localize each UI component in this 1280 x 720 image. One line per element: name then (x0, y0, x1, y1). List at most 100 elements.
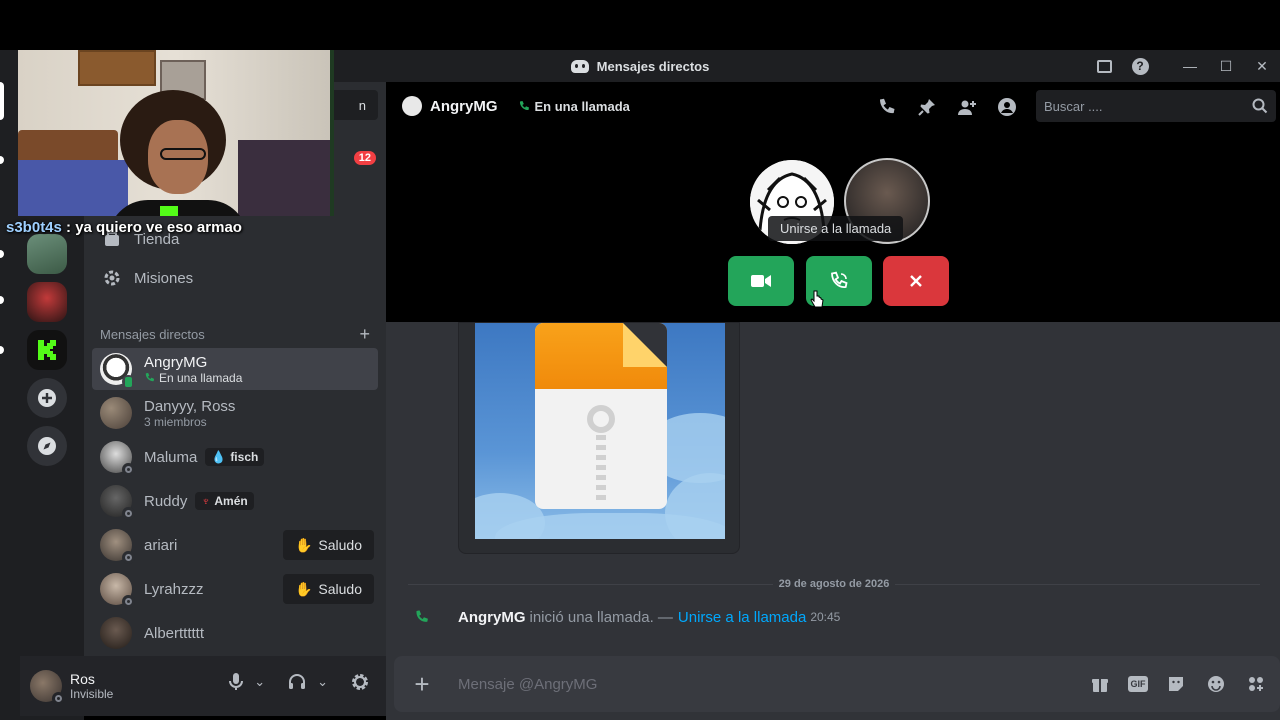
recipient-avatar (402, 96, 422, 116)
message-action: inició una llamada. — (529, 608, 673, 626)
dm-item-angrymg[interactable]: AngryMG En una llamada (92, 348, 378, 390)
chevron-down-icon[interactable]: ⌄ (317, 674, 328, 690)
wave-button[interactable]: ✋ Saludo (282, 530, 374, 560)
apps-icon (1249, 677, 1263, 691)
wave-label: Saludo (318, 581, 362, 597)
emoji-button[interactable] (1204, 672, 1228, 696)
nav-item-quests[interactable]: Misiones (92, 257, 378, 299)
avatar (100, 529, 135, 564)
status-indicator (122, 463, 135, 476)
window-controls: ? — ☐ ✕ (1086, 50, 1280, 82)
plus-circle-icon (38, 389, 56, 407)
search-icon (1252, 98, 1268, 114)
chat-header: AngryMG En una llamada Buscar .... (386, 82, 1280, 130)
kick-logo-icon (160, 206, 178, 216)
gear-icon[interactable] (350, 672, 370, 692)
close-window-button[interactable]: ✕ (1244, 50, 1280, 82)
dm-item-ruddy[interactable]: Ruddy ♆ Amén (92, 480, 378, 522)
decline-call-button[interactable] (883, 256, 949, 306)
user-name: Ros (70, 671, 95, 687)
gift-button[interactable] (1088, 672, 1112, 696)
dm-section-title: Mensajes directos (100, 327, 205, 342)
mouse-cursor-icon (810, 290, 824, 308)
pinned-messages-button[interactable] (916, 96, 938, 118)
avatar (100, 573, 135, 608)
message-input[interactable]: Mensaje @AngryMG (458, 676, 597, 693)
create-dm-button[interactable]: + (359, 324, 370, 345)
upload-button[interactable]: + (394, 669, 450, 700)
wave-button[interactable]: ✋ Saludo (282, 574, 374, 604)
phone-icon (145, 372, 155, 382)
start-call-button[interactable] (876, 96, 898, 118)
join-with-video-button[interactable] (728, 256, 794, 306)
user-status: Invisible (70, 687, 114, 701)
quests-icon (104, 270, 120, 286)
server-icon[interactable] (27, 234, 67, 274)
top-letterbox (0, 0, 1280, 50)
add-server-button[interactable] (27, 378, 67, 418)
unread-pill (0, 296, 4, 304)
message-author[interactable]: AngryMG (458, 609, 526, 626)
call-panel: Unirse a la llamada (386, 130, 1280, 322)
avatar (100, 617, 132, 649)
dm-name: AngryMG (144, 353, 208, 371)
dm-name: Lyrahzzz (144, 580, 204, 598)
gif-button[interactable]: GIF (1128, 676, 1148, 692)
phone-icon (416, 610, 428, 622)
search-placeholder: Buscar .... (1044, 98, 1103, 114)
headphones-icon[interactable] (287, 672, 307, 692)
dm-item-group[interactable]: Danyyy, Ross 3 miembros (92, 392, 378, 434)
inbox-icon (1096, 59, 1112, 73)
dm-sub: 3 miembros (144, 414, 207, 429)
chevron-down-icon[interactable]: ⌄ (254, 674, 265, 690)
add-friends-to-dm-button[interactable] (956, 96, 978, 118)
sticker-button[interactable] (1164, 672, 1188, 696)
status-indicator (52, 692, 65, 705)
inbox-button[interactable] (1086, 50, 1122, 82)
server-icon[interactable] (27, 282, 67, 322)
phone-call-icon (831, 271, 848, 288)
message-composer: + Mensaje @AngryMG GIF (394, 656, 1280, 712)
join-call-link[interactable]: Unirse a la llamada (678, 609, 806, 626)
user-avatar[interactable] (30, 670, 65, 705)
wave-icon: ✋ (294, 580, 313, 597)
help-icon: ? (1131, 57, 1149, 75)
dm-item-lyrahzzz[interactable]: Lyrahzzz ✋ Saludo (92, 568, 378, 610)
clan-tag-text: Amén (214, 494, 248, 508)
kick-logo-icon (38, 340, 56, 360)
active-pill (0, 82, 4, 120)
video-camera-icon (751, 275, 771, 287)
search-input[interactable]: Buscar .... (1036, 90, 1276, 122)
help-button[interactable]: ? (1122, 50, 1158, 82)
sticker-icon (1169, 677, 1183, 691)
stream-chat-user: s3b0t4s (6, 219, 62, 236)
streamer (108, 90, 248, 216)
compass-icon (38, 437, 56, 455)
dm-name: ariari (144, 536, 178, 554)
date-divider-text: 29 de agosto de 2026 (778, 578, 890, 590)
phone-icon (519, 101, 529, 111)
dm-sub: En una llamada (144, 371, 242, 385)
avatar (100, 441, 135, 476)
dm-item-albertttttt[interactable]: Albertttttt (92, 612, 378, 654)
clan-tag-text: fisch (230, 450, 259, 464)
unread-pill (0, 156, 4, 164)
server-icon-kick[interactable] (27, 330, 67, 370)
recipient-name: AngryMG (430, 97, 498, 115)
dm-item-maluma[interactable]: Maluma 💧 fisch (92, 436, 378, 478)
user-profile-button[interactable] (996, 96, 1018, 118)
dm-item-ariari[interactable]: ariari ✋ Saludo (92, 524, 378, 566)
zip-attachment[interactable] (458, 322, 740, 554)
apps-button[interactable] (1244, 672, 1268, 696)
maximize-button[interactable]: ☐ (1208, 50, 1244, 82)
call-system-message: AngryMG inició una llamada. — Unirse a l… (414, 606, 840, 628)
user-panel: Ros Invisible ⌄ ⌄ (20, 656, 386, 716)
discover-button[interactable] (27, 426, 67, 466)
clan-tag: 💧 fisch (205, 448, 265, 466)
minimize-button[interactable]: — (1172, 50, 1208, 82)
dm-name: Danyyy, Ross (144, 397, 236, 415)
date-divider: 29 de agosto de 2026 (408, 576, 1260, 592)
microphone-icon[interactable] (228, 672, 244, 692)
emoji-icon (1208, 676, 1224, 692)
cabinet (78, 50, 156, 86)
